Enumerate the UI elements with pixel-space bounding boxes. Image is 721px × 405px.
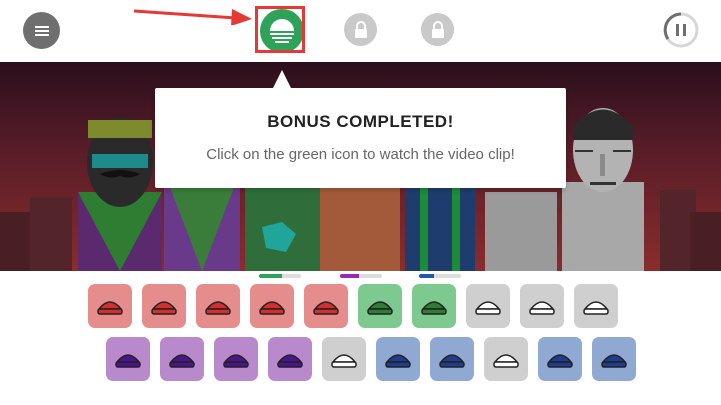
character-stage: BONUS COMPLETED! Click on the green icon… bbox=[0, 62, 721, 271]
progress-fill bbox=[340, 274, 359, 278]
purple-mask-icon[interactable] bbox=[160, 337, 204, 381]
menu-button[interactable] bbox=[23, 12, 60, 49]
pause-icon bbox=[663, 12, 699, 48]
green-hat-icon[interactable] bbox=[358, 284, 402, 328]
lock-icon bbox=[431, 20, 444, 38]
progress-fill bbox=[259, 274, 283, 278]
character-5 bbox=[405, 187, 475, 271]
tooltip-title: BONUS COMPLETED! bbox=[267, 112, 454, 131]
red-hat-icon[interactable] bbox=[88, 284, 132, 328]
grey-stars-icon[interactable] bbox=[520, 284, 564, 328]
pause-button[interactable] bbox=[663, 12, 699, 48]
grey-cap-icon[interactable] bbox=[322, 337, 366, 381]
purple-speaker-icon[interactable] bbox=[268, 337, 312, 381]
purple-hat-icon[interactable] bbox=[214, 337, 258, 381]
character-2 bbox=[164, 182, 240, 271]
grey-glasses-icon[interactable] bbox=[574, 284, 618, 328]
voices-progress-bar bbox=[419, 274, 461, 278]
blue-visor-cap-icon[interactable] bbox=[592, 337, 636, 381]
pointer-arrow bbox=[133, 9, 252, 25]
character-3 bbox=[245, 187, 321, 271]
blue-cap-icon[interactable] bbox=[538, 337, 582, 381]
locked-bonus-button-2[interactable] bbox=[421, 13, 454, 46]
lock-icon bbox=[354, 20, 367, 38]
red-headphones-icon[interactable] bbox=[142, 284, 186, 328]
grey-headband-icon[interactable] bbox=[466, 284, 510, 328]
blue-vortex-icon[interactable] bbox=[376, 337, 420, 381]
melodies-progress-bar bbox=[340, 274, 382, 278]
character-1 bbox=[78, 117, 162, 271]
grey-band-icon[interactable] bbox=[484, 337, 528, 381]
green-ball-icon[interactable] bbox=[412, 284, 456, 328]
red-visor-icon[interactable] bbox=[250, 284, 294, 328]
progress-fill bbox=[419, 274, 434, 278]
red-sunglasses-icon[interactable] bbox=[304, 284, 348, 328]
character-7 bbox=[562, 108, 644, 271]
blue-goggles-icon[interactable] bbox=[430, 337, 474, 381]
menu-icon bbox=[34, 25, 49, 36]
bonus-tooltip: BONUS COMPLETED! Click on the green icon… bbox=[155, 70, 566, 188]
top-toolbar bbox=[0, 0, 721, 62]
purple-shades-icon[interactable] bbox=[106, 337, 150, 381]
character-6 bbox=[485, 192, 557, 271]
beats-progress-bar bbox=[259, 274, 301, 278]
red-fedora-icon[interactable] bbox=[196, 284, 240, 328]
tooltip-message: Click on the green icon to watch the vid… bbox=[206, 146, 515, 163]
locked-bonus-button-1[interactable] bbox=[344, 13, 377, 46]
character-4 bbox=[320, 187, 400, 271]
bonus-highlight-box bbox=[255, 6, 305, 53]
